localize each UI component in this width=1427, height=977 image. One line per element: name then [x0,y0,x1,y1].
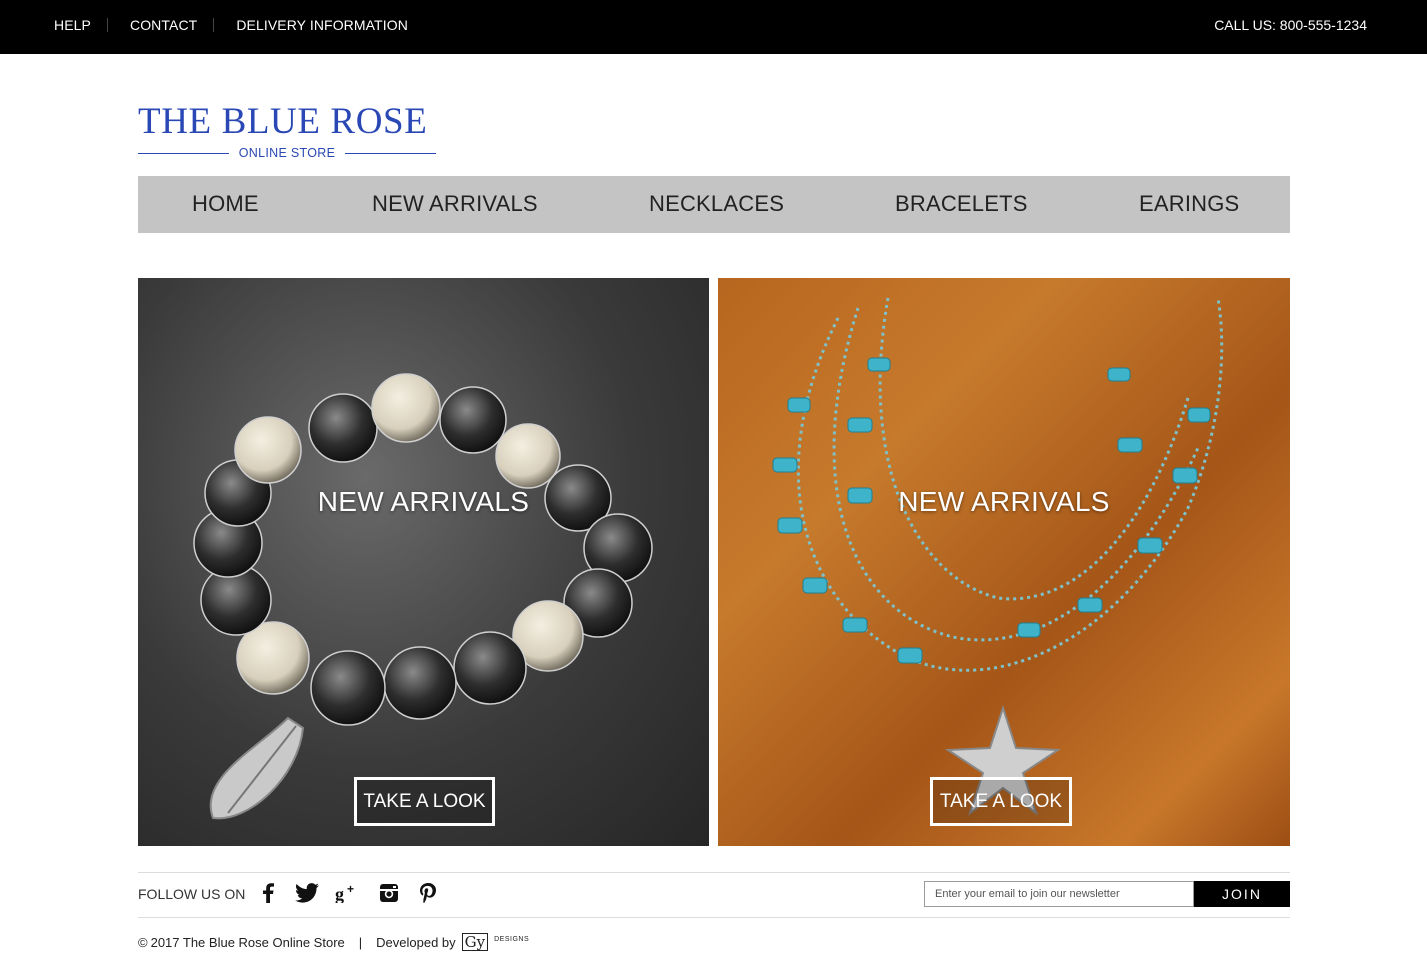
main-nav: HOME NEW ARRIVALS NECKLACES BRACELETS EA… [138,176,1290,233]
footer-divider [138,872,1290,873]
developed-by-label: Developed by [376,934,456,950]
tile-heading: NEW ARRIVALS [317,486,530,517]
svg-text:g: g [335,884,344,903]
logo-subtitle-row: ONLINE STORE [138,146,437,160]
divider [213,18,215,32]
newsletter-email-input[interactable] [924,881,1194,907]
google-plus-icon[interactable]: g + [334,880,360,906]
instagram-icon[interactable] [376,880,402,906]
divider: | [358,934,363,950]
top-bar: HELP CONTACT DELIVERY INFORMATION CALL U… [0,0,1427,54]
logo-name: THE BLUE ROSE [138,101,428,142]
developer-logo-mark: Gy [461,933,489,951]
help-link[interactable]: HELP [54,17,91,33]
delivery-information-link[interactable]: DELIVERY INFORMATION [236,17,408,33]
logo-rule [345,152,437,154]
necklace-image [772,297,1224,816]
nav-earings[interactable]: EARINGS [1139,191,1239,217]
pinterest-icon[interactable] [415,880,441,906]
logo-rule [138,152,229,154]
contact-link[interactable]: CONTACT [130,17,197,33]
nav-necklaces[interactable]: NECKLACES [649,191,784,217]
follow-us-label: FOLLOW US ON [138,886,246,902]
copyright-bar: © 2017 The Blue Rose Online Store | Deve… [138,933,529,951]
nav-bracelets[interactable]: BRACELETS [895,191,1028,217]
nav-home[interactable]: HOME [192,191,259,217]
tile-heading: NEW ARRIVALS [898,486,1110,517]
top-links: HELP CONTACT DELIVERY INFORMATION [54,17,408,33]
developer-logo-text: DESIGNS [494,936,530,943]
footer-divider [138,917,1290,918]
divider [106,18,108,32]
take-a-look-button[interactable]: TAKE A LOOK [354,777,495,826]
promo-tile-bracelet[interactable]: NEW ARRIVALS TAKE A LOOK [138,278,709,846]
bracelet-image [193,373,653,820]
copyright-icon: © [138,934,148,950]
facebook-icon[interactable] [255,880,281,906]
copyright-text: 2017 The Blue Rose Online Store [150,934,345,950]
join-button[interactable]: JOIN [1194,881,1290,907]
store-logo[interactable]: THE BLUE ROSE ONLINE STORE [138,101,437,160]
take-a-look-button[interactable]: TAKE A LOOK [930,777,1072,826]
twitter-icon[interactable] [294,880,320,906]
call-us: CALL US: 800-555-1234 [1214,17,1367,33]
promo-tile-necklace[interactable]: NEW ARRIVALS TAKE A LOOK [718,278,1290,846]
svg-text:+: + [347,883,354,896]
developer-logo[interactable]: Gy DESIGNS [461,933,530,951]
nav-new-arrivals[interactable]: NEW ARRIVALS [372,191,538,217]
logo-subtitle: ONLINE STORE [238,146,336,160]
